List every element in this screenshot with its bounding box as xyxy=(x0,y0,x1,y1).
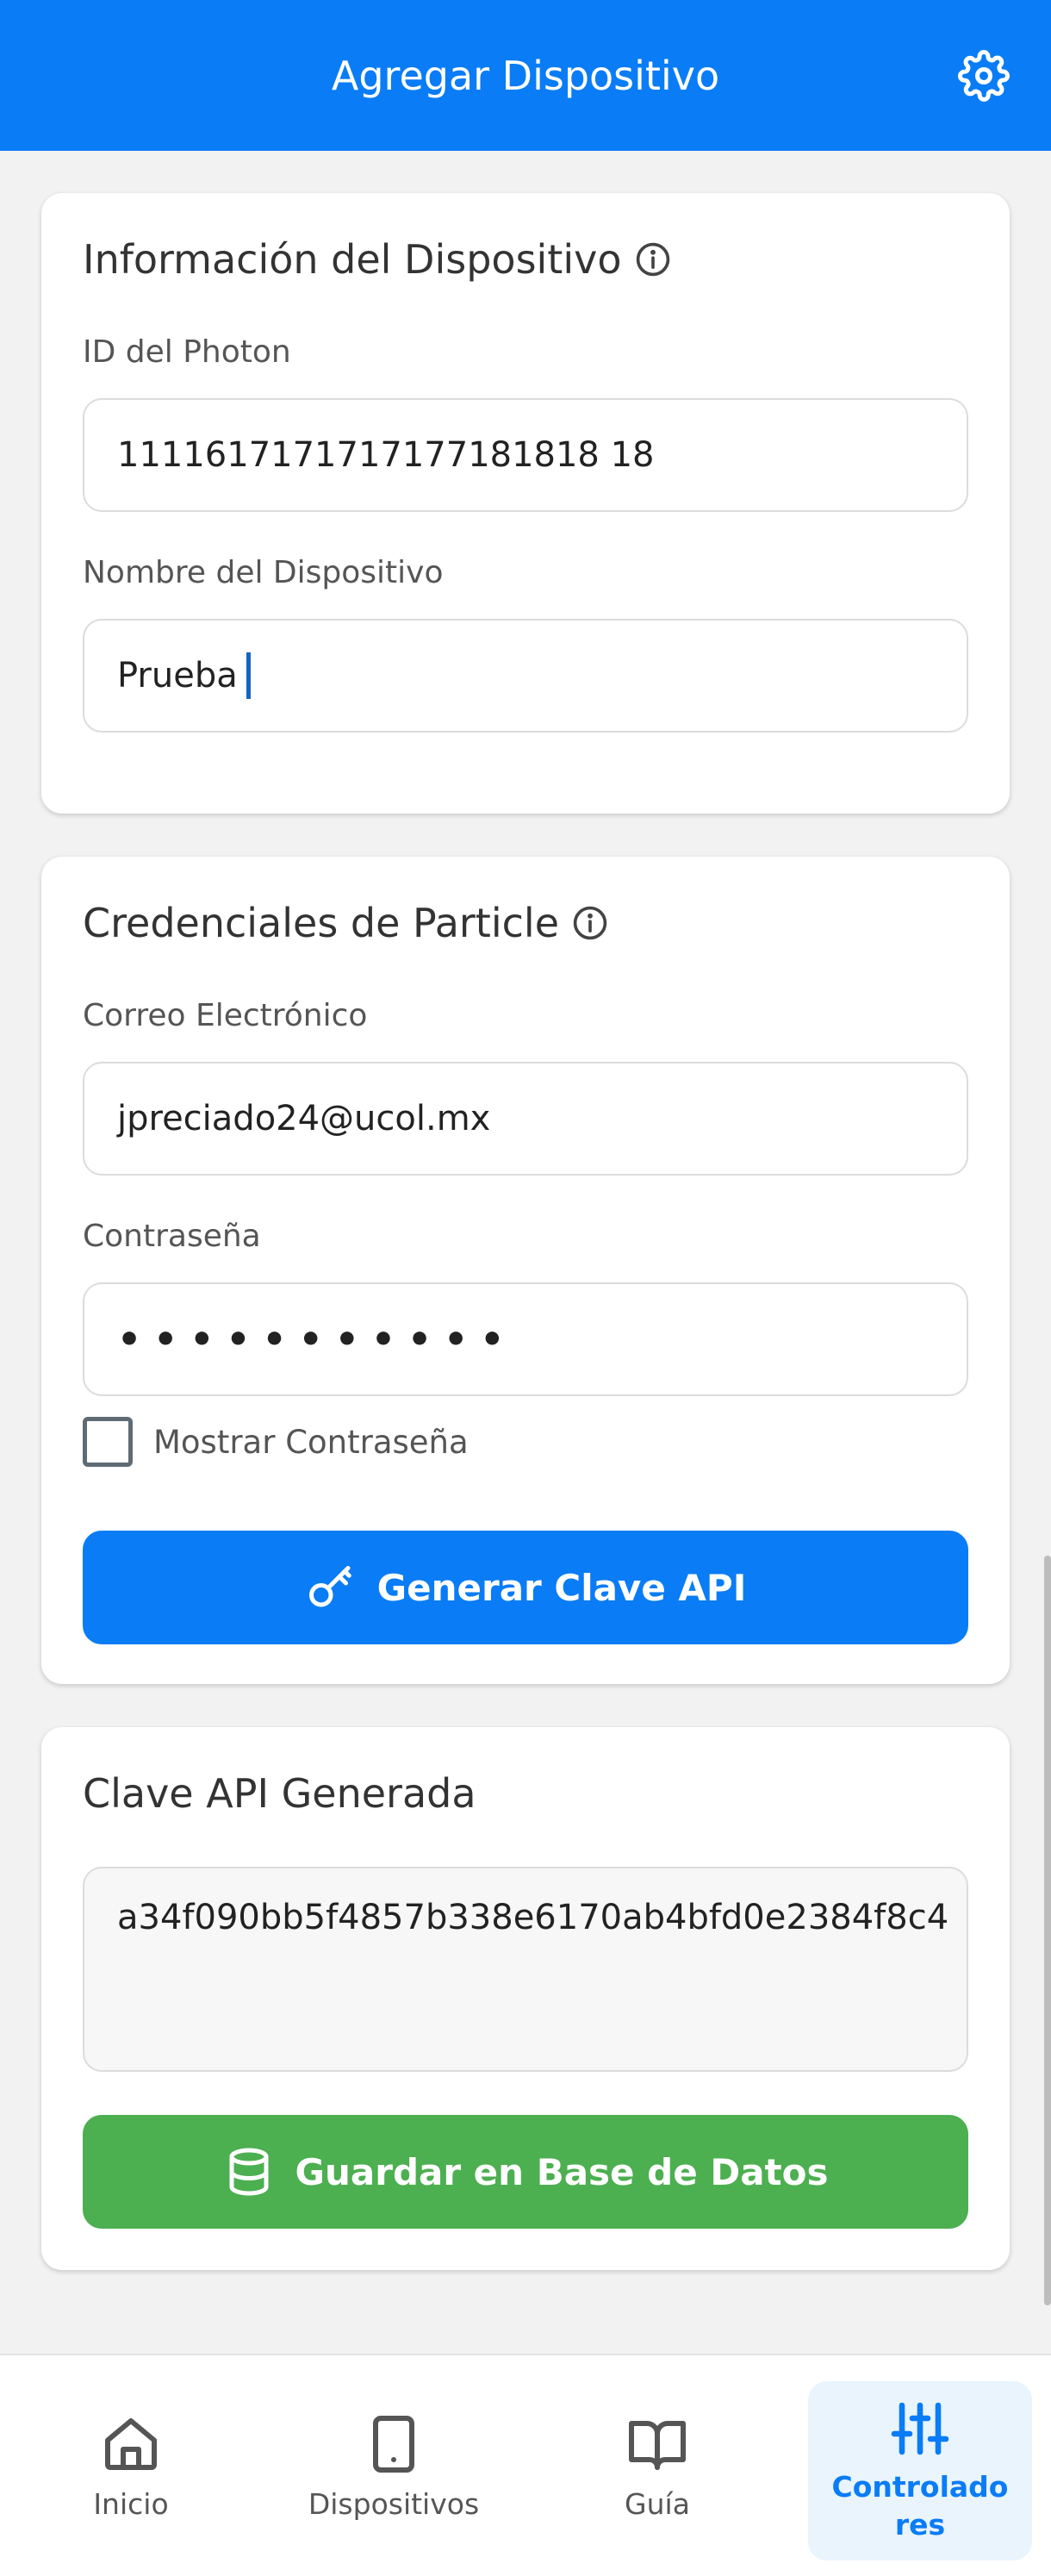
credentials-title: Credenciales de Particle xyxy=(83,900,609,946)
scrollbar[interactable] xyxy=(1044,1556,1051,2305)
device-name-label: Nombre del Dispositivo xyxy=(83,555,444,590)
nav-label-inicio: Inicio xyxy=(93,2486,169,2521)
device-name-input[interactable]: Prueba xyxy=(83,619,968,733)
email-label: Correo Electrónico xyxy=(83,998,368,1033)
password-label: Contraseña xyxy=(83,1219,261,1254)
app-bar: Agregar Dispositivo xyxy=(0,0,1051,151)
credentials-card: Credenciales de Particle Correo Electrón… xyxy=(41,857,1010,1684)
save-to-database-label: Guardar en Base de Datos xyxy=(295,2150,829,2193)
password-masked-value: ••••••••••• xyxy=(117,1317,517,1362)
save-to-database-button[interactable]: Guardar en Base de Datos xyxy=(83,2115,968,2229)
database-icon xyxy=(229,2148,269,2196)
device-info-title: Información del Dispositivo xyxy=(83,236,672,283)
info-icon[interactable] xyxy=(634,240,672,278)
nav-item-dispositivos[interactable]: Dispositivos xyxy=(303,2355,484,2576)
nav-item-inicio[interactable]: Inicio xyxy=(45,2355,217,2576)
photon-id-value: 1111617171717177181818 18 xyxy=(117,435,655,475)
nav-label-controladores: Controladores xyxy=(831,2470,1009,2542)
api-key-title: Clave API Generada xyxy=(83,1770,476,1817)
page-title: Agregar Dispositivo xyxy=(331,52,720,99)
password-field[interactable]: ••••••••••• xyxy=(83,1282,968,1396)
device-name-value: Prueba xyxy=(117,656,238,695)
nav-item-guia[interactable]: Guía xyxy=(571,2355,743,2576)
email-value: jpreciado24@ucol.mx xyxy=(117,1099,491,1138)
device-info-card: Información del Dispositivo ID del Photo… xyxy=(41,193,1010,814)
gear-icon[interactable] xyxy=(958,50,1010,102)
api-key-title-text: Clave API Generada xyxy=(83,1770,476,1817)
api-key-card: Clave API Generada a34f090bb5f4857b338e6… xyxy=(41,1727,1010,2270)
show-password-label: Mostrar Contraseña xyxy=(153,1423,469,1461)
photon-id-input[interactable]: 1111617171717177181818 18 xyxy=(83,398,968,512)
bottom-navigation: Inicio Dispositivos Guía Controladores xyxy=(0,2354,1051,2576)
photon-id-label: ID del Photon xyxy=(83,334,291,370)
credentials-title-text: Credenciales de Particle xyxy=(83,900,559,946)
email-field[interactable]: jpreciado24@ucol.mx xyxy=(83,1062,968,1176)
show-password-checkbox[interactable] xyxy=(83,1417,133,1467)
home-icon xyxy=(105,2417,157,2470)
api-key-value: a34f090bb5f4857b338e6170ab4bfd0e2384f8c4 xyxy=(117,1898,949,1937)
key-icon xyxy=(308,1566,351,1607)
show-password-toggle[interactable]: Mostrar Contraseña xyxy=(83,1417,469,1467)
api-key-output[interactable]: a34f090bb5f4857b338e6170ab4bfd0e2384f8c4 xyxy=(83,1867,968,2072)
generate-api-key-button[interactable]: Generar Clave API xyxy=(83,1531,968,1644)
nav-label-dispositivos: Dispositivos xyxy=(308,2486,480,2521)
nav-item-controladores[interactable]: Controladores xyxy=(808,2381,1032,2560)
sliders-icon xyxy=(891,2402,949,2455)
info-icon[interactable] xyxy=(571,904,609,942)
generate-api-key-label: Generar Clave API xyxy=(376,1566,747,1609)
text-caret xyxy=(246,652,251,699)
device-info-title-text: Información del Dispositivo xyxy=(83,236,622,283)
nav-label-guia: Guía xyxy=(625,2486,690,2521)
smartphone-icon xyxy=(373,2415,414,2473)
book-icon xyxy=(629,2420,686,2470)
